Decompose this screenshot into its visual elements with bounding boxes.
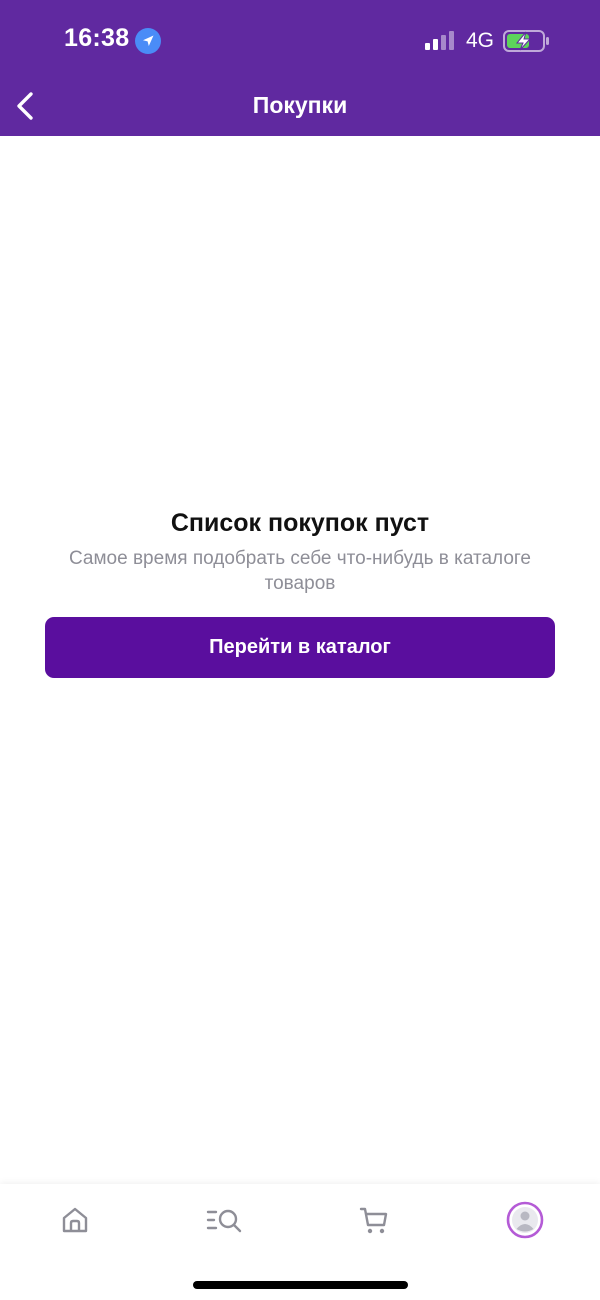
header: 16:38 4G Покупки — [0, 0, 600, 136]
tab-profile[interactable] — [495, 1200, 555, 1240]
go-to-catalog-button[interactable]: Перейти в каталог — [45, 617, 555, 678]
profile-icon — [506, 1201, 544, 1239]
nav-bar: Покупки — [0, 80, 600, 136]
signal-icon — [425, 31, 454, 50]
catalog-search-icon — [206, 1209, 242, 1233]
tab-home[interactable] — [45, 1200, 105, 1240]
location-icon — [135, 28, 161, 54]
status-bar: 16:38 4G — [0, 0, 600, 80]
empty-state: Список покупок пуст Самое время подобрат… — [0, 506, 600, 596]
network-label: 4G — [466, 29, 495, 52]
home-icon — [62, 1207, 88, 1233]
home-indicator — [193, 1281, 408, 1289]
page-title: Покупки — [252, 92, 348, 118]
screen: 16:38 4G Покупки Список покупок пуст Сам… — [0, 0, 600, 1300]
battery-charging-icon — [503, 30, 549, 52]
tab-catalog[interactable] — [195, 1200, 255, 1240]
location-arrow-icon — [143, 35, 154, 46]
empty-state-title: Список покупок пуст — [170, 509, 430, 537]
bottom-tab-bar — [0, 1184, 600, 1300]
empty-state-subtitle: Самое время подобрать себе что-нибудь в … — [68, 548, 531, 594]
tab-cart[interactable] — [344, 1200, 404, 1240]
status-time: 16:38 — [64, 24, 130, 52]
cart-icon — [359, 1207, 388, 1234]
